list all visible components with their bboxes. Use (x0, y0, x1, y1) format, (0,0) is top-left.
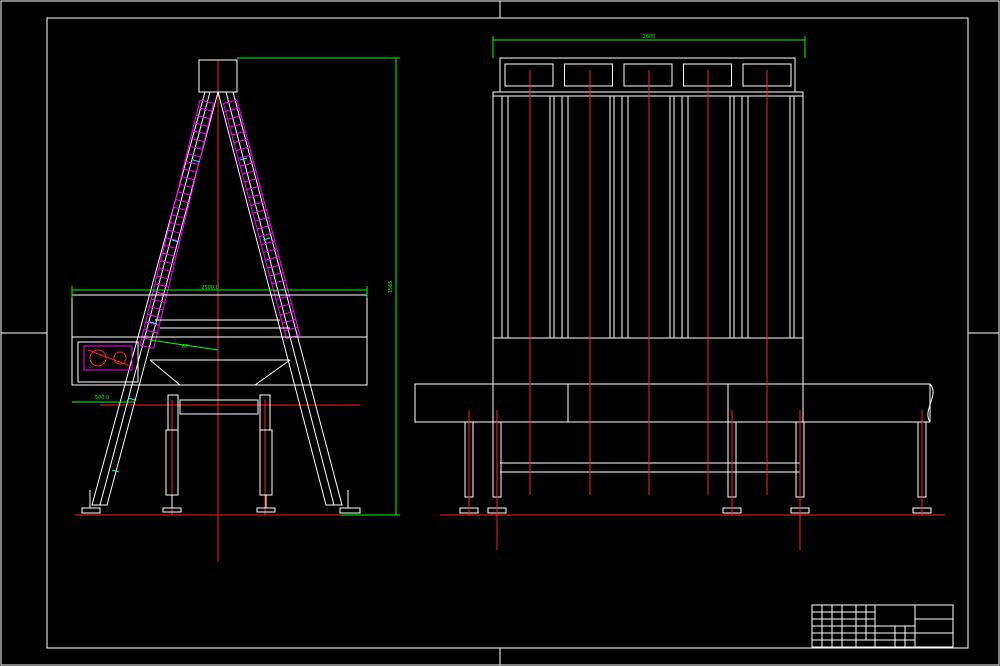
side-dimensions (71, 57, 400, 516)
left-ladder-rung (171, 214, 186, 219)
left-ladder-rung (175, 199, 190, 204)
left-ladder (139, 99, 215, 349)
title-block (811, 604, 954, 648)
right-ladder-rung (227, 115, 242, 120)
dim-base-offset: 500.0 (95, 395, 109, 401)
front-view: 2600 (414, 34, 945, 550)
side-view-centerlines (75, 60, 362, 562)
dim-top-width: 2600 (643, 34, 656, 40)
dim-hopper-width: 2500.0 (201, 285, 219, 291)
hopper-body (71, 294, 368, 386)
left-ladder-rung (168, 229, 182, 234)
front-stand (459, 421, 932, 514)
right-ladder-rung (229, 123, 244, 128)
cabinet-frame (492, 57, 804, 385)
front-view-centerlines (440, 70, 945, 550)
cad-drawing-canvas: 2500.0 1565 500.0 67 2600 (0, 0, 1000, 666)
left-ladder-rung (151, 298, 165, 303)
cabinet-window (504, 63, 554, 87)
sheet-frame (0, 0, 1000, 666)
cabinet-panels (501, 96, 795, 338)
left-ladder-rung (179, 183, 194, 189)
cabinet-window (564, 63, 613, 87)
left-ladder-rung (183, 168, 197, 173)
left-ladder-rung (149, 306, 164, 311)
right-ladder-rung (225, 107, 240, 112)
front-conveyor (414, 383, 934, 423)
dim-side-height: 1565 (388, 281, 394, 294)
ladder-brackets (111, 157, 271, 473)
left-ladder-rung (181, 176, 195, 181)
a-frame-legs (91, 91, 343, 506)
right-ladder-rung (223, 99, 238, 105)
drive-motor (83, 345, 133, 371)
left-ladder-rung (169, 222, 184, 227)
side-view: 2500.0 1565 500.0 67 (71, 57, 400, 562)
side-stand (81, 394, 361, 514)
cabinet-windows (504, 63, 792, 87)
dim-angle: 67 (182, 344, 188, 350)
left-ladder-rung (177, 191, 192, 196)
cabinet-window (623, 63, 673, 87)
left-ladder-rung (173, 206, 188, 212)
